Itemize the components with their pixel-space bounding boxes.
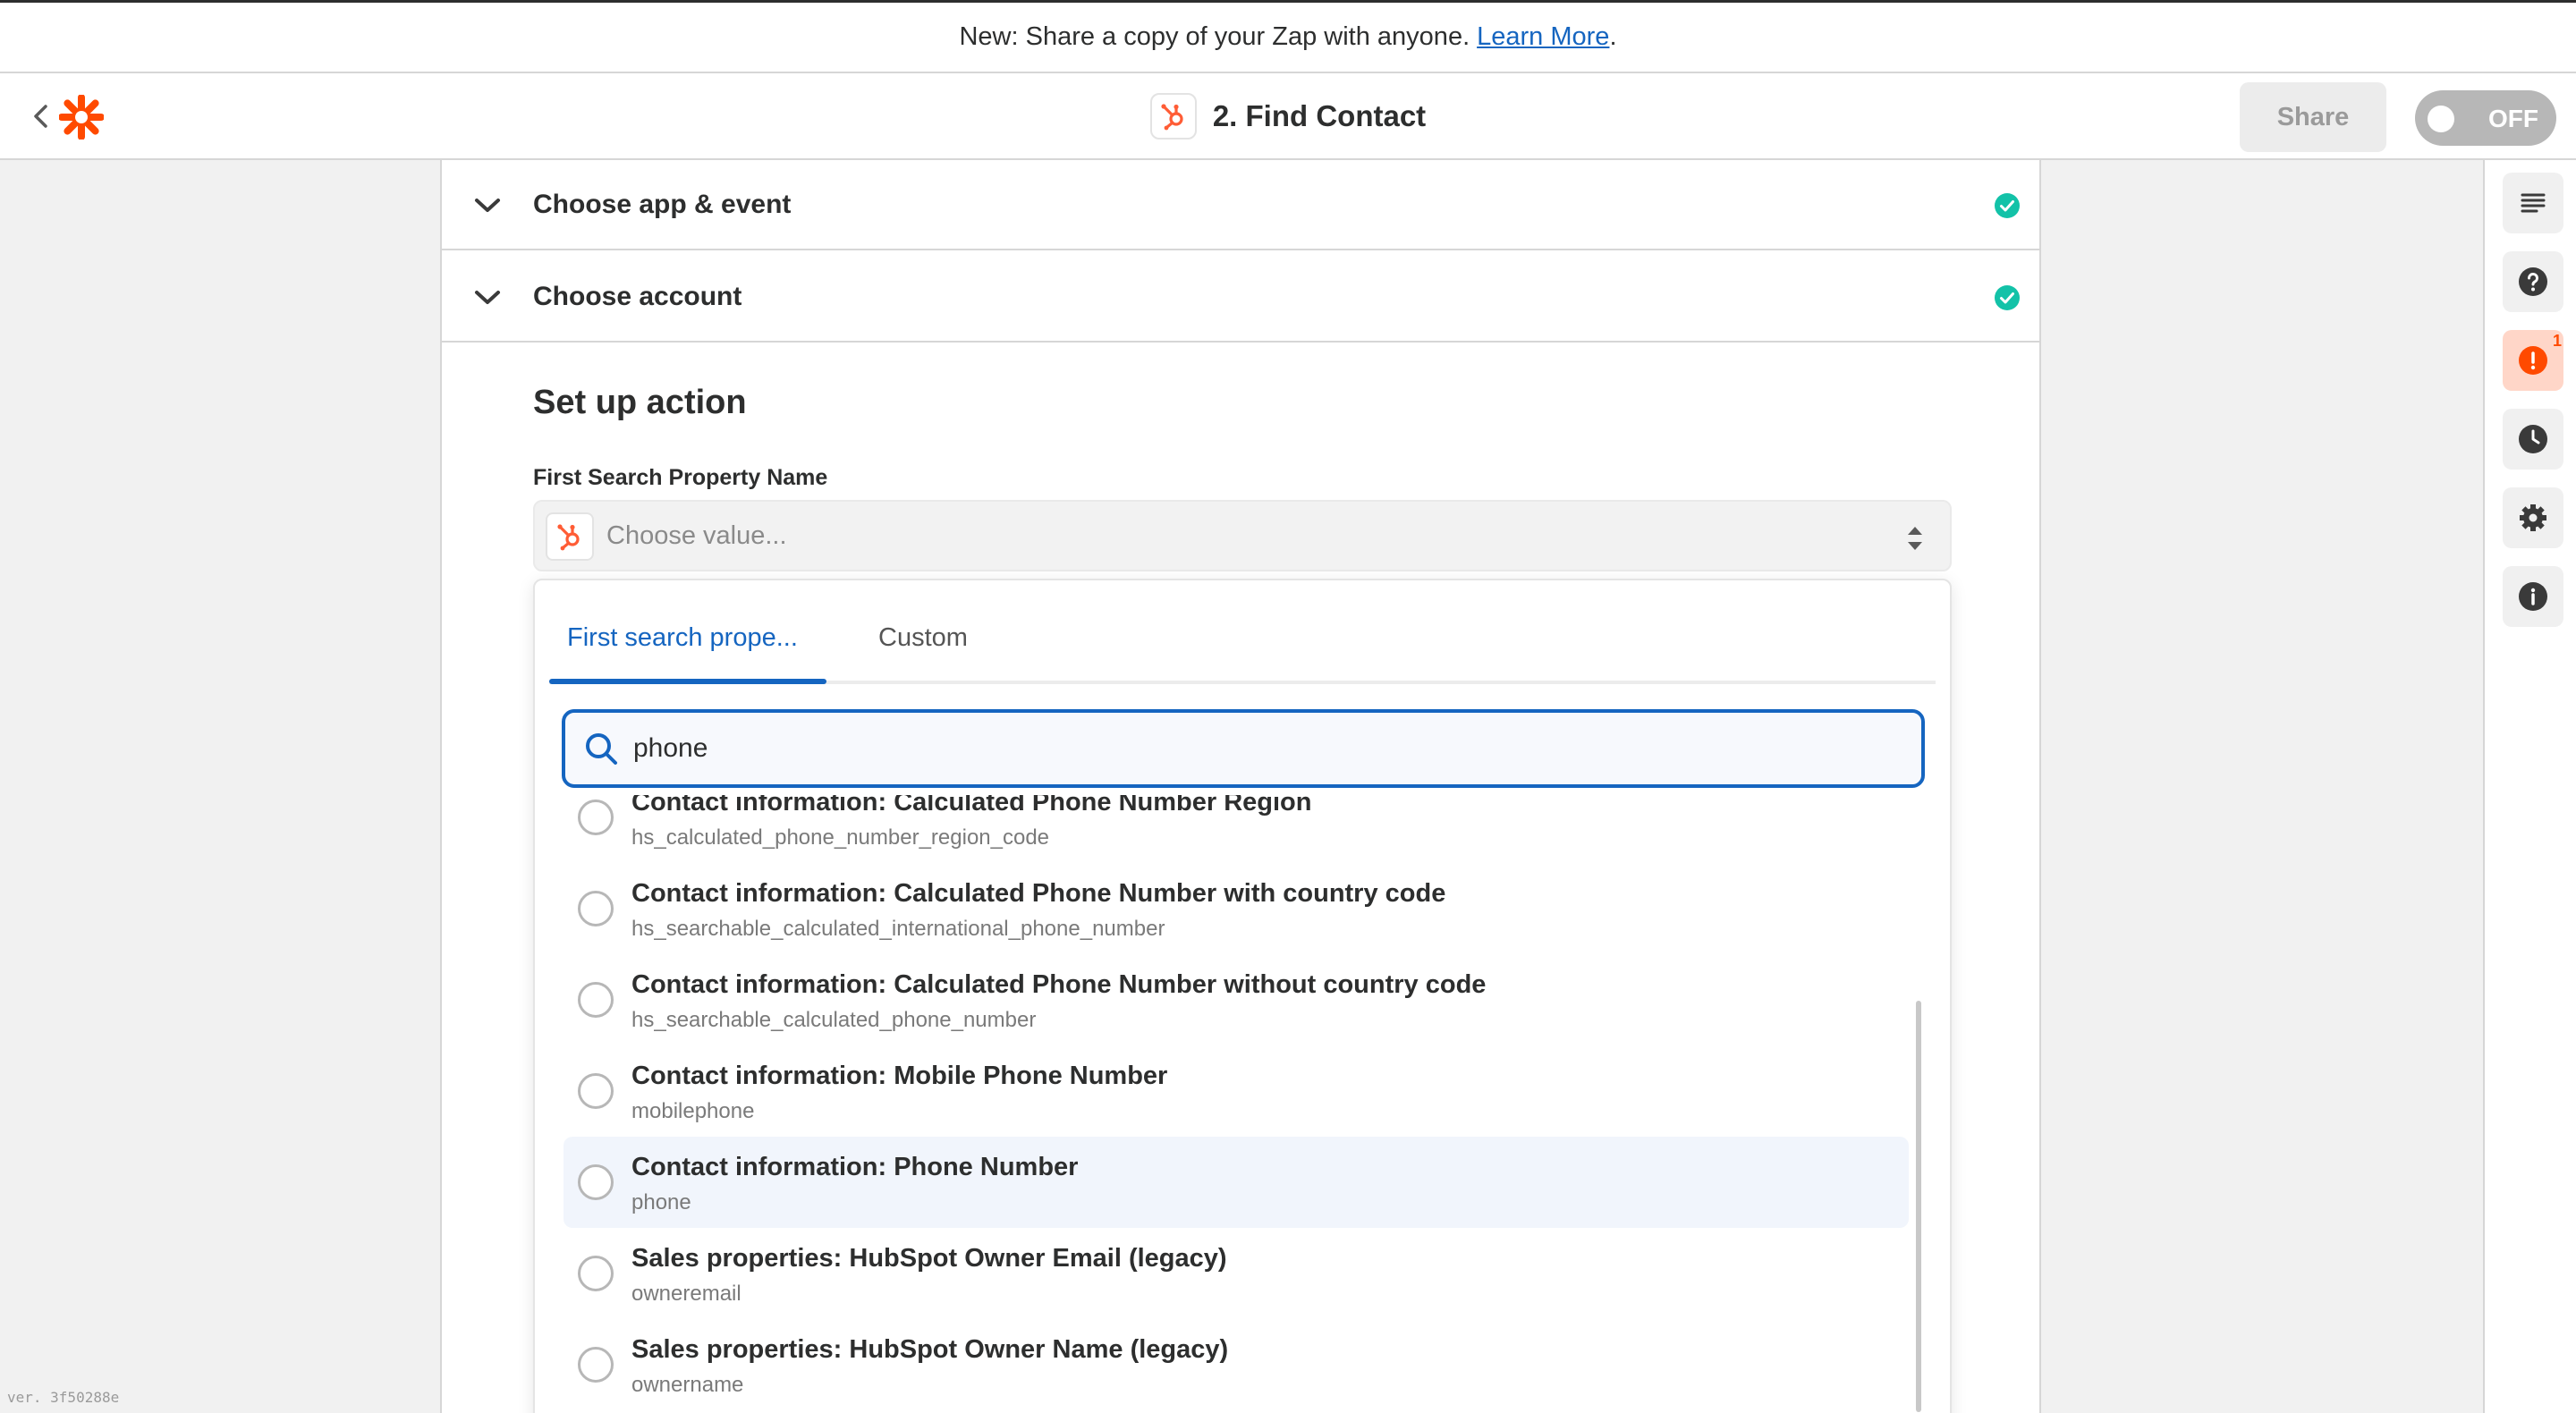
toggle-label: OFF <box>2488 105 2538 132</box>
list-item[interactable]: Sales properties: HubSpot Owner Email (l… <box>564 1228 1909 1319</box>
banner-trail: . <box>1609 22 1617 51</box>
option-key: hs_searchable_calculated_international_p… <box>631 917 1165 941</box>
share-button[interactable]: Share <box>2240 82 2386 152</box>
option-key: phone <box>631 1190 691 1214</box>
option-key: ownername <box>631 1373 744 1397</box>
alert-icon <box>2519 346 2547 375</box>
list-icon <box>2521 193 2546 213</box>
step-label: Choose app & event <box>533 190 792 219</box>
help-icon <box>2519 267 2547 296</box>
radio-button[interactable] <box>578 1256 614 1291</box>
version-label: ver. 3f50288e <box>7 1389 120 1406</box>
list-item[interactable]: Contact information: Mobile Phone Number… <box>564 1045 1909 1137</box>
clock-icon <box>2519 425 2547 453</box>
settings-button[interactable] <box>2503 487 2563 548</box>
option-title: Sales properties: HubSpot Owner Name (le… <box>631 1335 1229 1364</box>
option-title: Contact information: Calculated Phone Nu… <box>631 879 1446 908</box>
radio-button[interactable] <box>578 982 614 1018</box>
select-arrows-icon <box>1905 523 1925 554</box>
list-item[interactable]: Contact information: Calculated Phone Nu… <box>564 863 1909 954</box>
search-input[interactable] <box>633 720 1885 777</box>
history-button[interactable] <box>2503 409 2563 470</box>
radio-button[interactable] <box>578 1073 614 1109</box>
option-key: mobilephone <box>631 1099 755 1123</box>
step-choose-account[interactable]: Choose account <box>442 252 2039 343</box>
dropdown-tabs: First search prope... Custom <box>549 580 1936 684</box>
tab-custom[interactable]: Custom <box>878 623 968 653</box>
banner-text: New: Share a copy of your Zap with anyon… <box>959 22 1470 51</box>
list-item[interactable]: Contact information: Calculated Phone Nu… <box>564 954 1909 1045</box>
gear-icon <box>2520 504 2546 531</box>
tab-first-search-property[interactable]: First search prope... <box>567 623 798 653</box>
option-key: hs_searchable_calculated_phone_number <box>631 1008 1037 1032</box>
alerts-button[interactable]: 1 <box>2503 330 2563 391</box>
radio-button[interactable] <box>578 800 614 835</box>
section-title: Set up action <box>533 384 747 421</box>
step-label: Choose account <box>533 282 742 311</box>
list-item-highlighted[interactable]: Contact information: Phone Number phone <box>564 1137 1909 1228</box>
radio-button[interactable] <box>578 1347 614 1383</box>
alert-count-badge: 1 <box>2552 332 2562 350</box>
zap-on-off-toggle[interactable]: OFF <box>2415 90 2556 146</box>
editor-header: 2. Find Contact Share OFF <box>0 73 2576 160</box>
option-title: Contact information: Mobile Phone Number <box>631 1062 1168 1090</box>
hubspot-icon <box>1149 93 1197 140</box>
learn-more-link[interactable]: Learn More <box>1477 22 1609 52</box>
outline-button[interactable] <box>2503 173 2563 233</box>
page-title: 2. Find Contact <box>1212 99 1427 132</box>
right-sidebar: 1 <box>2483 160 2576 1413</box>
option-key: owneremail <box>631 1282 741 1306</box>
info-button[interactable] <box>2503 566 2563 627</box>
info-icon <box>2519 582 2547 611</box>
list-item[interactable]: Contact information: Calculated Phone Nu… <box>564 795 1909 863</box>
first-search-property-select[interactable]: Choose value... <box>533 500 1952 571</box>
check-circle-icon <box>1994 284 2021 311</box>
list-item[interactable]: Sales properties: HubSpot Owner Name (le… <box>564 1319 1909 1410</box>
announcement-banner: New: Share a copy of your Zap with anyon… <box>0 0 2576 73</box>
search-icon <box>583 731 619 766</box>
step-editor-panel: Choose app & event Choose account Set up… <box>440 160 2041 1413</box>
option-key: hs_calculated_phone_number_region_code <box>631 825 1050 850</box>
chevron-down-icon <box>472 283 503 313</box>
select-placeholder: Choose value... <box>606 521 787 550</box>
chevron-down-icon <box>472 190 503 221</box>
radio-button[interactable] <box>578 1164 614 1200</box>
option-title: Contact information: Phone Number <box>631 1153 1079 1181</box>
search-field[interactable] <box>562 709 1925 788</box>
active-tab-indicator <box>549 679 826 684</box>
check-circle-icon <box>1994 192 2021 219</box>
option-title: Contact information: Calculated Phone Nu… <box>631 970 1487 999</box>
list-scrollbar[interactable] <box>1916 1001 1921 1412</box>
toggle-knob <box>2428 106 2454 132</box>
field-label: First Search Property Name <box>533 465 828 490</box>
step-title: 2. Find Contact <box>0 91 2576 141</box>
hubspot-icon <box>546 512 594 561</box>
option-title: Sales properties: HubSpot Owner Email (l… <box>631 1244 1227 1273</box>
help-button[interactable] <box>2503 251 2563 312</box>
step-choose-app-event[interactable]: Choose app & event <box>442 160 2039 250</box>
radio-button[interactable] <box>578 891 614 926</box>
property-options-list: Contact information: Calculated Phone Nu… <box>535 795 1950 1413</box>
property-dropdown: First search prope... Custom Contact inf… <box>533 579 1952 1413</box>
option-title: Contact information: Calculated Phone Nu… <box>631 795 1312 816</box>
